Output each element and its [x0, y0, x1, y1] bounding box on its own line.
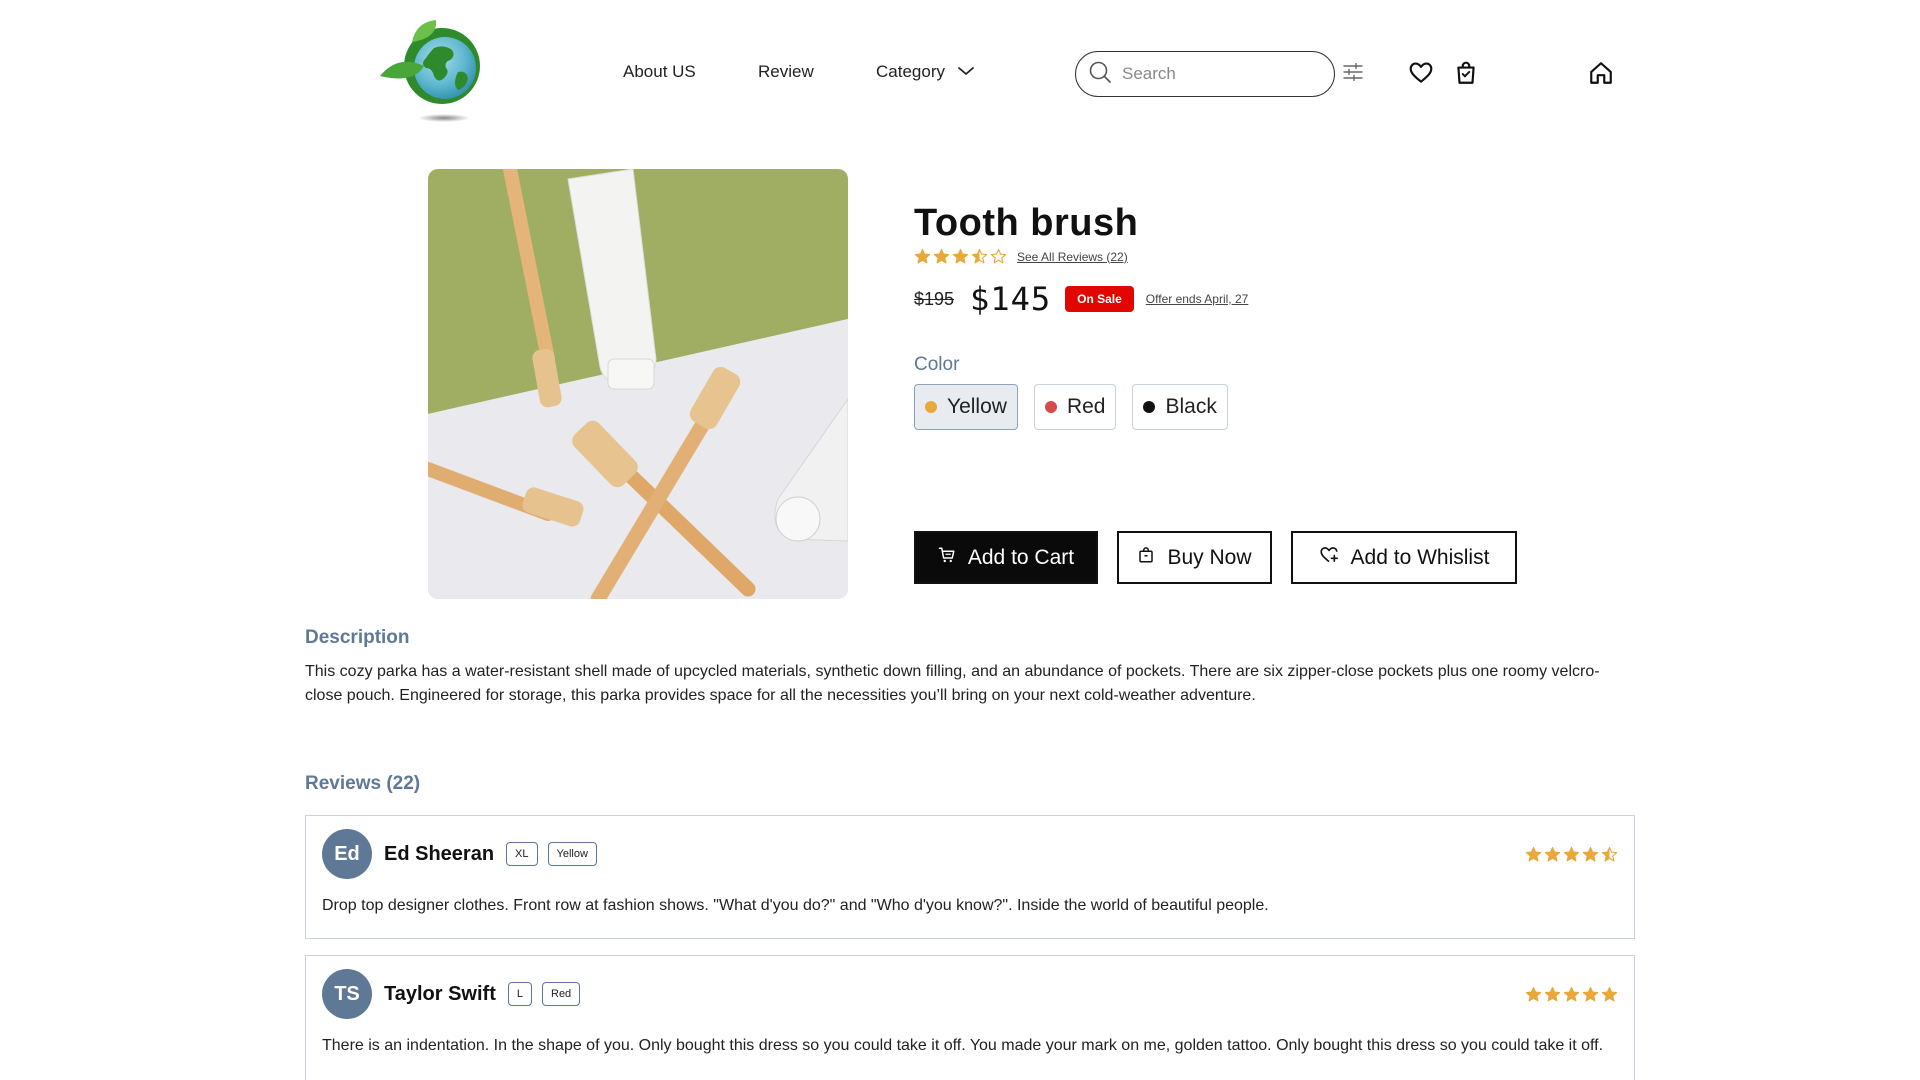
product-actions: Add to Cart Buy Now Add to Whislist	[914, 531, 1517, 584]
star-full-icon	[952, 248, 969, 264]
nav-about-us[interactable]: About US	[623, 62, 696, 82]
cart-icon	[938, 546, 956, 570]
nav-review[interactable]: Review	[758, 62, 814, 82]
color-option-black[interactable]: Black	[1132, 384, 1228, 430]
buy-now-label: Buy Now	[1167, 545, 1252, 569]
color-tag: Red	[542, 982, 581, 1006]
search-input[interactable]	[1122, 64, 1343, 84]
color-swatch	[1044, 401, 1057, 413]
review-card: TS Taylor Swift L Red There is an indent…	[305, 955, 1635, 1080]
star-full-icon	[914, 248, 931, 264]
old-price: $195	[914, 288, 955, 309]
review-text: Drop top designer clothes. Front row at …	[322, 897, 1269, 914]
price-row: $195 $145 On Sale Offer ends April, 27	[914, 280, 1248, 318]
add-to-cart-button[interactable]: Add to Cart	[914, 531, 1098, 584]
see-all-reviews-link[interactable]: See All Reviews (22)	[1017, 250, 1128, 264]
color-option-red[interactable]: Red	[1033, 384, 1117, 430]
star-full-icon	[1563, 986, 1580, 1001]
current-price: $145	[970, 280, 1052, 318]
star-full-icon	[1544, 846, 1561, 861]
review-rating-stars	[1525, 986, 1618, 1003]
review-text: There is an indentation. In the shape of…	[322, 1037, 1604, 1054]
color-label: Color	[914, 354, 960, 375]
description-title: Description	[305, 627, 410, 648]
star-full-icon	[1544, 986, 1561, 1001]
star-full-icon	[1582, 846, 1599, 861]
nav-category-label: Category	[876, 62, 945, 81]
star-empty-icon	[990, 248, 1007, 264]
sale-badge: On Sale	[1065, 286, 1134, 312]
color-option-label: Black	[1165, 395, 1217, 418]
color-swatch	[1143, 401, 1156, 413]
search-bar	[1075, 51, 1363, 97]
filter-icon[interactable]	[1343, 62, 1363, 86]
star-full-icon	[1525, 986, 1542, 1001]
color-tag: Yellow	[547, 842, 597, 866]
search-icon	[1088, 60, 1112, 89]
star-half-icon	[971, 248, 988, 264]
reviewer-name: Taylor Swift	[384, 982, 496, 1005]
avatar: TS	[322, 969, 372, 1019]
shopping-bag-icon	[1137, 546, 1155, 570]
brand-logo[interactable]	[372, 14, 496, 126]
product-image	[428, 169, 848, 599]
heart-plus-icon	[1319, 546, 1339, 570]
add-to-cart-label: Add to Cart	[967, 545, 1075, 569]
size-tag: XL	[506, 842, 538, 866]
home-icon[interactable]	[1588, 60, 1614, 86]
size-tag: L	[507, 982, 532, 1006]
reviewer-name: Ed Sheeran	[384, 842, 495, 865]
star-full-icon	[933, 248, 950, 264]
add-to-wishlist-button[interactable]: Add to Whislist	[1291, 531, 1517, 584]
review-card: Ed Ed Sheeran XL Yellow Drop top designe…	[305, 815, 1635, 939]
color-option-label: Red	[1066, 395, 1106, 418]
review-rating-stars	[1525, 846, 1618, 863]
color-option-yellow[interactable]: Yellow	[914, 384, 1018, 430]
product-rating: See All Reviews (22)	[914, 248, 1128, 265]
star-half-icon	[1601, 846, 1618, 861]
star-full-icon	[1525, 846, 1542, 861]
description-text: This cozy parka has a water-resistant sh…	[305, 663, 1600, 704]
heart-icon[interactable]	[1408, 60, 1434, 86]
add-to-wishlist-label: Add to Whislist	[1350, 545, 1490, 569]
nav-category[interactable]: Category	[876, 62, 975, 82]
color-option-label: Yellow	[947, 395, 1007, 418]
color-options: Yellow Red Black	[914, 384, 1228, 430]
offer-ends-text: Offer ends April, 27	[1145, 292, 1249, 306]
chevron-down-icon	[957, 62, 975, 82]
avatar: Ed	[322, 829, 372, 879]
star-full-icon	[1601, 986, 1618, 1001]
product-title: Tooth brush	[914, 202, 1139, 244]
reviews-title: Reviews (22)	[305, 773, 421, 794]
star-full-icon	[1563, 846, 1580, 861]
color-swatch	[925, 401, 937, 413]
shopping-bag-icon[interactable]	[1453, 60, 1479, 86]
product-rating-stars	[914, 248, 1007, 265]
star-full-icon	[1582, 986, 1599, 1001]
buy-now-button[interactable]: Buy Now	[1117, 531, 1272, 584]
